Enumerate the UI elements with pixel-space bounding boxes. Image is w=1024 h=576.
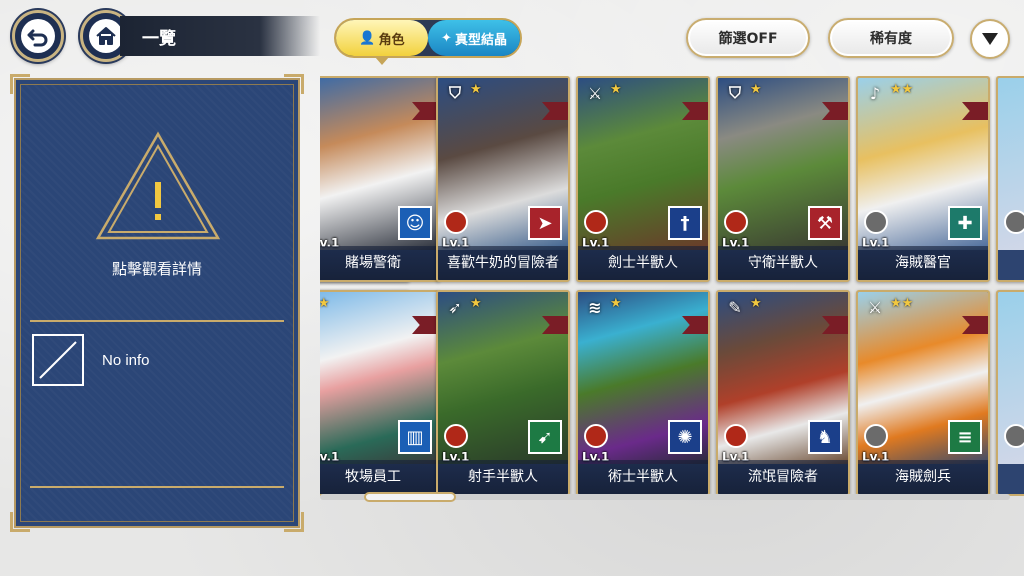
character-card[interactable]: ⚔ ★★ ≡ Lv.1 海賊劍兵	[856, 290, 990, 496]
card-name: 牧場員工	[320, 460, 438, 494]
corner-ornament	[284, 74, 304, 94]
sword-icon: ⚔	[867, 297, 883, 317]
tab-role[interactable]: 👤 角色	[336, 20, 428, 65]
empty-slot-icon	[32, 334, 84, 386]
detail-panel: 點擊觀看詳情 No info	[10, 74, 304, 532]
page-title: 一覽	[120, 16, 320, 56]
character-card[interactable]: ☺ Lv.1 賭場警衛	[320, 76, 440, 282]
corner-ornament	[10, 74, 30, 94]
filter-label: 篩選OFF	[718, 31, 778, 47]
fire-element-icon	[444, 210, 468, 234]
bag-icon: ♞	[808, 420, 842, 454]
card-name: 守衛半獸人	[718, 246, 848, 280]
fire-element-icon	[724, 210, 748, 234]
milk-icon: ▥	[398, 420, 432, 454]
rarity-stars: ★	[750, 82, 762, 97]
character-card-partial[interactable]	[996, 290, 1024, 496]
sort-label: 稀有度	[870, 31, 912, 47]
back-arrow-icon	[21, 19, 55, 53]
view-toggle: 👤 角色 ✦ 真型結晶	[334, 18, 522, 65]
tab-crystal-label: 真型結晶	[454, 32, 507, 48]
heal-icon: ✚	[948, 206, 982, 240]
no-info-text: No info	[102, 352, 150, 369]
sword-icon: ⚔	[587, 83, 603, 103]
fire-element-icon	[444, 424, 468, 448]
neutral-element-icon	[1004, 210, 1024, 234]
sort-button[interactable]: 稀有度	[828, 18, 954, 58]
sort-order-button[interactable]	[970, 19, 1010, 59]
rarity-stars: ★★	[890, 296, 914, 311]
character-card[interactable]: ★ ▥ Lv.1 牧場員工	[320, 290, 440, 496]
tackle-icon: ➤	[528, 206, 562, 240]
neutral-element-icon	[864, 210, 888, 234]
character-card[interactable]: ⛉ ★ ⚒ Lv.1 守衛半獸人	[716, 76, 850, 282]
triangle-down-icon	[982, 33, 998, 45]
rarity-stars: ★	[470, 82, 482, 97]
dagger-icon: †	[668, 206, 702, 240]
person-icon: ☺	[398, 206, 432, 240]
wave-icon: ≋	[588, 297, 602, 317]
card-name: 流氓冒險者	[718, 460, 848, 494]
crystal-icon: ✦	[441, 30, 452, 46]
character-card[interactable]: ⛉ ★ ➤ Lv.1 喜歡牛奶的冒險者	[436, 76, 570, 282]
card-name: 喜歡牛奶的冒險者	[438, 246, 568, 280]
guitar-icon: ♪	[869, 83, 881, 103]
shield-icon: ⛉	[728, 83, 741, 102]
shield-icon: ⛉	[448, 83, 461, 102]
corner-ornament	[10, 512, 30, 532]
bow-icon: ➶	[448, 297, 462, 317]
character-grid: ☺ Lv.1 賭場警衛 ⛉ ★ ➤ Lv.1 喜歡牛奶的冒險者 ⚔ ★ † Lv…	[320, 76, 1024, 496]
character-card[interactable]: ⚔ ★ † Lv.1 劍士半獸人	[576, 76, 710, 282]
back-button[interactable]	[12, 10, 64, 62]
corner-ornament	[284, 512, 304, 532]
magic-icon: ✺	[668, 420, 702, 454]
tap-to-view-text[interactable]: 點擊觀看詳情	[16, 258, 298, 279]
card-name: 射手半獸人	[438, 460, 568, 494]
filter-button[interactable]: 篩選OFF	[686, 18, 810, 58]
scrollbar-thumb[interactable]	[364, 492, 456, 502]
character-card[interactable]: ≋ ★ ✺ Lv.1 術士半獸人	[576, 290, 710, 496]
card-name: 海賊劍兵	[858, 460, 988, 494]
arrow-icon: ➹	[528, 420, 562, 454]
rarity-stars: ★	[610, 82, 622, 97]
axe-icon: ⚒	[808, 206, 842, 240]
card-name: 海賊醫官	[858, 246, 988, 280]
slash-icon: ≡	[948, 420, 982, 454]
divider	[30, 320, 284, 322]
fire-element-icon	[724, 424, 748, 448]
rarity-stars: ★	[750, 296, 762, 311]
character-card[interactable]: ➶ ★ ➹ Lv.1 射手半獸人	[436, 290, 570, 496]
rarity-stars: ★★	[890, 82, 914, 97]
card-name: 劍士半獸人	[578, 246, 708, 280]
page-title-text: 一覽	[142, 28, 176, 49]
character-card-partial[interactable]	[996, 76, 1024, 282]
person-icon: 👤	[359, 30, 376, 46]
character-card[interactable]: ♪ ★★ ✚ Lv.1 海賊醫官	[856, 76, 990, 282]
home-icon	[89, 19, 123, 53]
card-name: 術士半獸人	[578, 460, 708, 494]
feather-icon: ✎	[728, 297, 742, 317]
neutral-element-icon	[1004, 424, 1024, 448]
tab-role-label: 角色	[378, 32, 405, 48]
neutral-element-icon	[864, 424, 888, 448]
fire-element-icon	[584, 424, 608, 448]
divider	[30, 486, 284, 488]
card-name: 賭場警衛	[320, 246, 438, 280]
rarity-stars: ★	[320, 296, 330, 311]
rarity-stars: ★	[610, 296, 622, 311]
character-card[interactable]: ✎ ★ ♞ Lv.1 流氓冒險者	[716, 290, 850, 496]
tab-crystal[interactable]: ✦ 真型結晶	[428, 20, 520, 56]
horizontal-scrollbar[interactable]	[320, 492, 1010, 502]
rarity-stars: ★	[470, 296, 482, 311]
fire-element-icon	[584, 210, 608, 234]
warning-icon	[94, 130, 222, 246]
